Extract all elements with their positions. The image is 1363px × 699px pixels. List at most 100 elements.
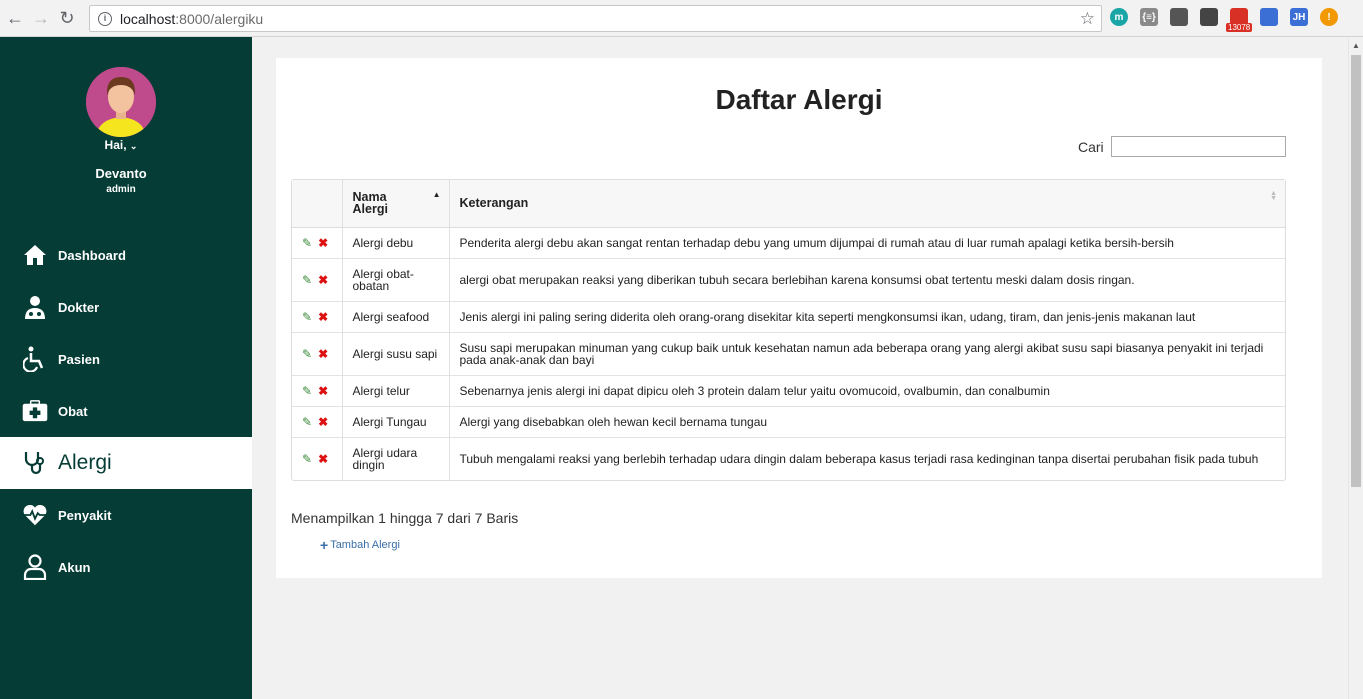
edit-icon[interactable]: ✎ (302, 384, 312, 398)
greeting-dropdown[interactable]: Hai, ⌄ (0, 138, 242, 152)
sidebar-item-pasien[interactable]: Pasien (0, 333, 252, 385)
extension-label: m (1114, 11, 1124, 23)
sidebar-item-label: Alergi (58, 451, 112, 474)
back-icon[interactable]: ← (4, 7, 26, 29)
chevron-down-icon: ⌄ (129, 141, 138, 151)
forward-icon[interactable]: → (30, 7, 52, 29)
add-allergy-link[interactable]: + Tambah Alergi (320, 537, 400, 553)
allergy-name: Alergi telur (341, 374, 449, 406)
table-row: ✎ ✖ Alergi debu Penderita alergi debu akan … (292, 226, 1285, 258)
table-row: ✎ ✖ Alergi obat-obatan alergi obat merupaka… (292, 257, 1285, 301)
allergy-description: Tubuh mengalami reaksi yang berlebih ter… (448, 436, 1285, 480)
avatar (86, 67, 156, 137)
table-row: ✎ ✖ Alergi telur Sebenarnya jenis alergi in… (292, 374, 1285, 406)
allergy-name: Alergi Tungau (341, 405, 449, 437)
sort-icon: ▲ ▼ (1270, 190, 1277, 202)
allergy-table: Nama Alergi ▲ Keterangan ▲ ▼ ✎ ✖ Alergi deb… (291, 179, 1286, 481)
user-name: Devanto (95, 166, 147, 181)
edit-icon[interactable]: ✎ (302, 310, 312, 324)
delete-icon[interactable]: ✖ (318, 273, 328, 287)
jh-extension-icon[interactable]: JH (1290, 8, 1308, 26)
medkit-icon (22, 398, 48, 424)
column-header-description[interactable]: Keterangan ▲ ▼ (448, 180, 1285, 228)
bookmark-star-icon[interactable]: ☆ (1080, 9, 1095, 29)
edit-icon[interactable]: ✎ (302, 415, 312, 429)
column-header-label: Keterangan (459, 196, 529, 211)
url-path: :8000/alergiku (175, 10, 264, 27)
url-host: localhost (120, 10, 176, 27)
page-title: Daftar Alergi (715, 84, 883, 115)
wheelchair-icon (22, 346, 48, 372)
extension-label: JH (1292, 11, 1306, 23)
delete-icon[interactable]: ✖ (318, 384, 328, 398)
sidebar-item-alergi[interactable]: Alergi (0, 437, 252, 489)
delete-icon[interactable]: ✖ (318, 310, 328, 324)
allergy-description: Penderita alergi debu akan sangat rentan… (448, 226, 1285, 258)
calendar-extension-icon[interactable] (1260, 8, 1278, 26)
reload-icon[interactable]: ↻ (56, 7, 78, 29)
table-row: ✎ ✖ Alergi susu sapi Susu sapi merupakan mi… (292, 331, 1285, 375)
address-bar[interactable]: i localhost:8000/alergiku ☆ (89, 5, 1102, 32)
allergy-name: Alergi udara dingin (341, 436, 449, 480)
sidebar-item-obat[interactable]: Obat (0, 385, 252, 437)
edit-icon[interactable]: ✎ (302, 452, 312, 466)
row-actions: ✎ ✖ (292, 300, 342, 332)
table-row: ✎ ✖ Alergi Tungau Alergi yang disebabkan ol… (292, 405, 1285, 437)
scrollbar-thumb[interactable] (1351, 55, 1361, 487)
edit-icon[interactable]: ✎ (302, 236, 312, 250)
sidebar-item-penyakit[interactable]: Penyakit (0, 489, 252, 541)
extension-label: ! (1327, 11, 1331, 23)
sidebar-item-label: Obat (58, 403, 88, 419)
allergy-name: Alergi seafood (341, 300, 449, 332)
browser-toolbar: ← → ↻ i localhost:8000/alergiku ☆ m {≡} 13… (0, 0, 1363, 37)
user-icon (22, 554, 48, 580)
row-actions: ✎ ✖ (292, 226, 342, 258)
table-row: ✎ ✖ Alergi udara dingin Tubuh mengalami rea… (292, 436, 1285, 480)
notification-badge: 13078 (1226, 23, 1253, 32)
home-icon (22, 242, 48, 268)
allergy-description: Jenis alergi ini paling sering diderita … (448, 300, 1285, 332)
delete-icon[interactable]: ✖ (318, 347, 328, 361)
sidebar-item-label: Akun (58, 559, 91, 575)
alert-extension-icon[interactable]: ! (1320, 8, 1338, 26)
allergy-name: Alergi obat-obatan (341, 257, 449, 301)
delete-icon[interactable]: ✖ (318, 236, 328, 250)
table-info: Menampilkan 1 hingga 7 dari 7 Baris (291, 510, 519, 526)
sidebar-item-dashboard[interactable]: Dashboard (0, 229, 252, 281)
delete-icon[interactable]: ✖ (318, 452, 328, 466)
sidebar-item-label: Pasien (58, 351, 100, 367)
sidebar-item-label: Penyakit (58, 507, 112, 523)
delete-icon[interactable]: ✖ (318, 415, 328, 429)
sidebar-item-dokter[interactable]: Dokter (0, 281, 252, 333)
json-extension-icon[interactable]: {≡} (1140, 8, 1158, 26)
column-header-name[interactable]: Nama Alergi ▲ (341, 180, 449, 228)
sidebar-item-akun[interactable]: Akun (0, 541, 252, 593)
allergy-description: Susu sapi merupakan minuman yang cukup b… (448, 331, 1285, 375)
scroll-up-icon[interactable]: ▲ (1352, 41, 1360, 50)
row-actions: ✎ ✖ (292, 257, 342, 301)
allergy-description: Sebenarnya jenis alergi ini dapat dipicu… (448, 374, 1285, 406)
table-row: ✎ ✖ Alergi seafood Jenis alergi ini paling … (292, 300, 1285, 332)
sort-asc-icon: ▲ (432, 190, 441, 199)
sidebar-item-label: Dokter (58, 299, 100, 315)
page-scrollbar[interactable]: ▲ (1348, 37, 1363, 699)
edit-icon[interactable]: ✎ (302, 273, 312, 287)
m-extension-icon[interactable]: m (1110, 8, 1128, 26)
search-input[interactable] (1111, 136, 1286, 157)
stethoscope-icon (22, 450, 48, 476)
doctor-icon (22, 294, 48, 320)
row-actions: ✎ ✖ (292, 405, 342, 437)
greeting-text: Hai, (104, 138, 127, 152)
edit-icon[interactable]: ✎ (302, 347, 312, 361)
row-actions: ✎ ✖ (292, 436, 342, 480)
chat-extension-icon[interactable] (1200, 8, 1218, 26)
user-role: admin (106, 184, 136, 195)
sidebar-menu: Dashboard Dokter Pasien Obat Alergi Peny… (0, 229, 252, 593)
column-header-actions (292, 180, 342, 228)
gmail-extension-icon[interactable]: 13078 (1226, 8, 1253, 32)
info-icon[interactable]: i (98, 11, 112, 26)
row-actions: ✎ ✖ (292, 374, 342, 406)
allergy-name: Alergi debu (341, 226, 449, 258)
allergy-name: Alergi susu sapi (341, 331, 449, 375)
profile-extension-icon[interactable] (1170, 8, 1188, 26)
